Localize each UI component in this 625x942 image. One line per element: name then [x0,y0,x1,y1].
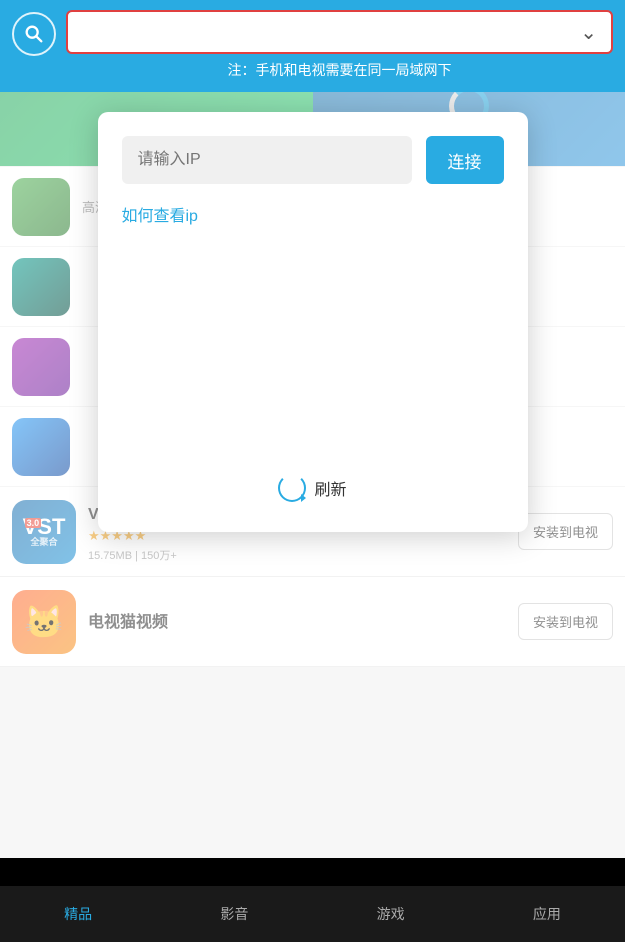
header-right: ⌄ 注：手机和电视需要在同一局域网下 [66,10,613,84]
nav-item-yingyong[interactable]: 应用 [469,886,625,942]
nav-label-jingpin: 精品 [64,904,92,924]
refresh-row[interactable]: 刷新 [278,474,346,502]
header-bar: ⌄ 注：手机和电视需要在同一局域网下 [0,0,625,92]
nav-label-yingyong: 应用 [533,904,561,924]
how-to-link[interactable]: 如何查看ip [122,202,198,226]
chevron-down-icon: ⌄ [580,20,597,45]
connect-button[interactable]: 连接 [426,136,504,184]
nav-item-yinyin[interactable]: 影音 [156,886,312,942]
modal-top-row: 连接 [122,136,504,184]
modal-bottom-area: 刷新 [122,358,504,512]
connect-modal: 连接 如何查看ip 刷新 [98,112,528,532]
refresh-label: 刷新 [314,476,346,500]
nav-item-youxi[interactable]: 游戏 [313,886,469,942]
modal-overlay: 连接 如何查看ip 刷新 [0,92,625,858]
main-content: 特色视频软件 电视加速 精选手机/电视加速应用 高清视频 [0,92,625,858]
nav-label-youxi: 游戏 [377,904,405,924]
refresh-icon [278,474,306,502]
device-dropdown[interactable]: ⌄ [66,10,613,54]
nav-item-jingpin[interactable]: 精品 [0,886,156,942]
device-list-area [122,242,504,358]
search-icon[interactable] [12,12,56,56]
bottom-nav: 精品 影音 游戏 应用 [0,886,625,942]
nav-label-yinyin: 影音 [220,904,248,924]
ip-input[interactable] [122,136,412,184]
header-note: 注：手机和电视需要在同一局域网下 [66,60,613,84]
